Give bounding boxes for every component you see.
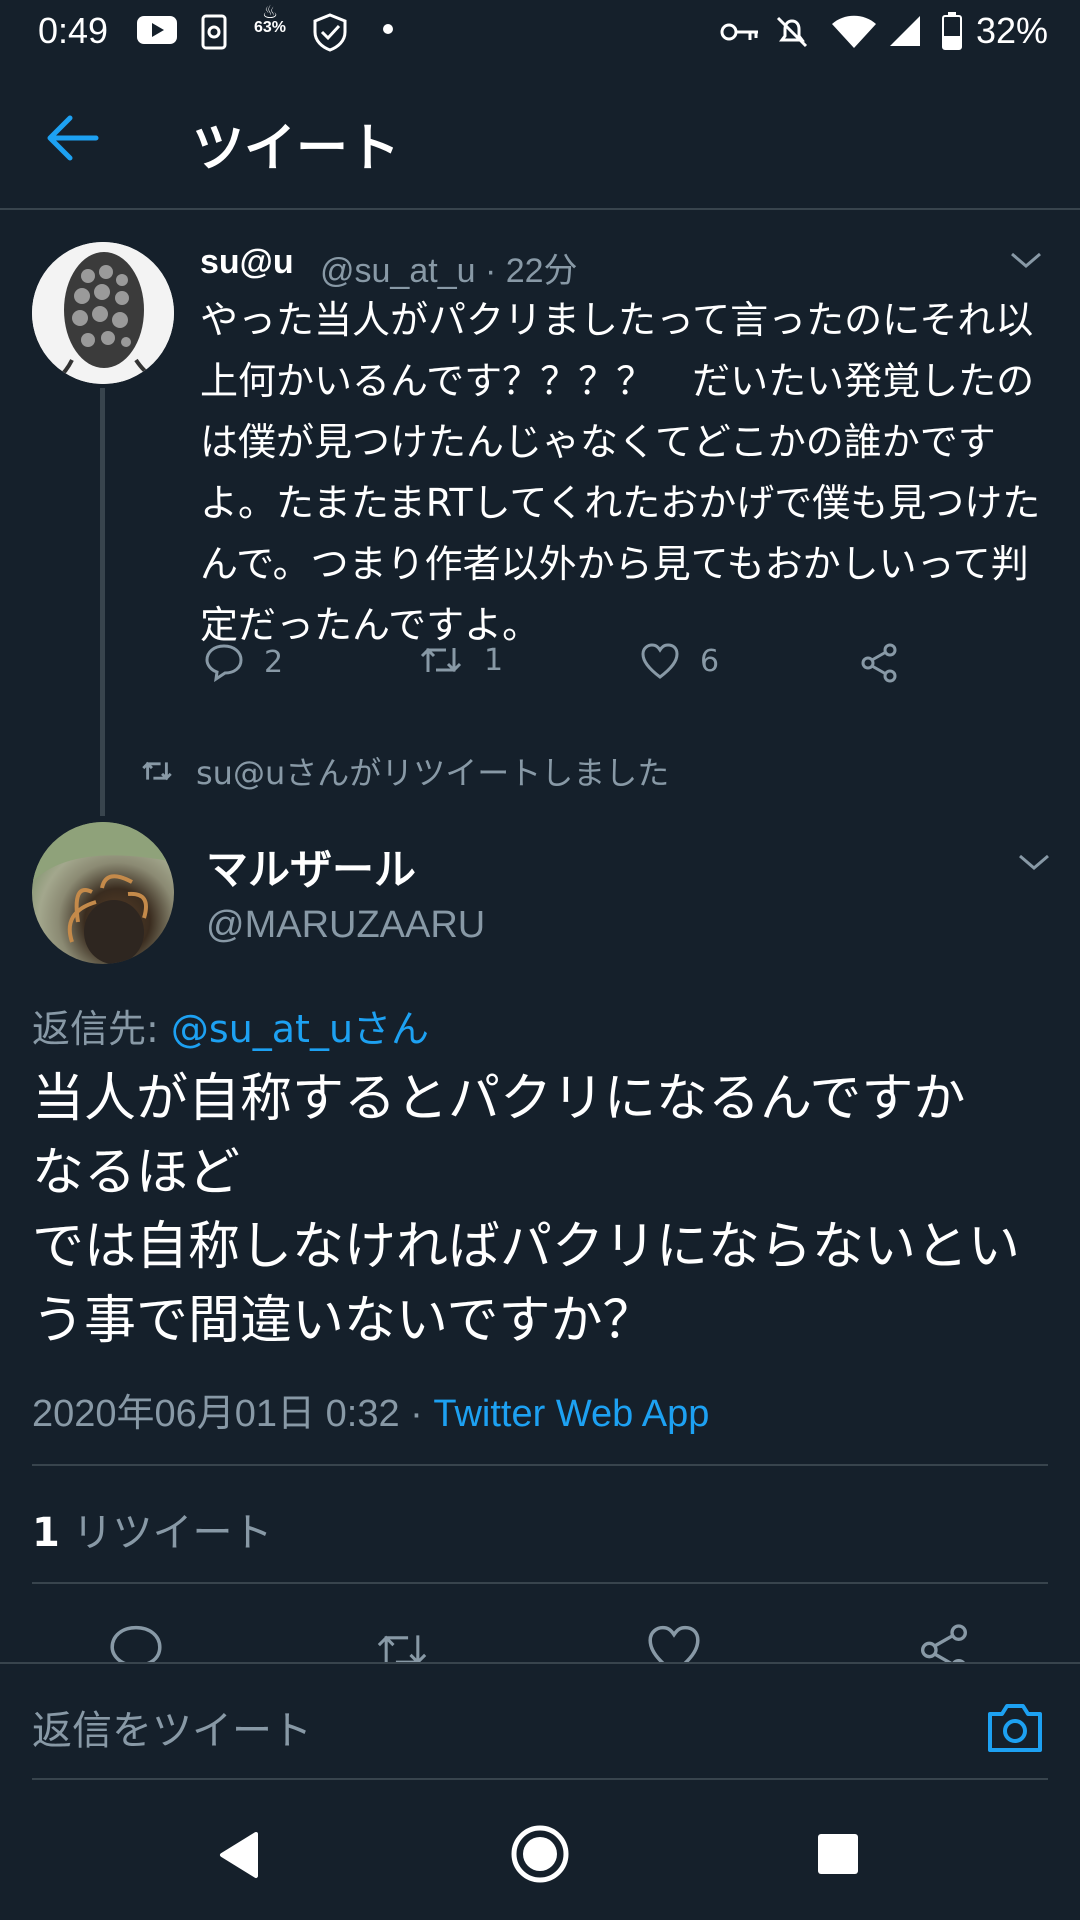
android-nav-bar bbox=[0, 1796, 1080, 1920]
chevron-down-icon[interactable] bbox=[1014, 842, 1054, 882]
retweet-count: 1 bbox=[32, 1510, 60, 1556]
thread-line bbox=[100, 388, 105, 816]
retweet-icon bbox=[420, 647, 462, 673]
parent-tweet-name[interactable]: su@u bbox=[200, 243, 294, 282]
reply-composer: 返信をツイート bbox=[0, 1662, 1080, 1796]
status-time: 0:49 bbox=[38, 10, 109, 51]
reply-input-underline bbox=[32, 1778, 1048, 1780]
badge-percent: 63% bbox=[254, 19, 287, 36]
retweet-count-row[interactable]: 1 リツイート bbox=[32, 1500, 273, 1558]
main-tweet-text: 当人が自称するとパクリになるんですか なるほど では自称しなければパクリにならな… bbox=[32, 1069, 1021, 1351]
page-title: ツイート bbox=[192, 119, 401, 179]
app-header: ツイート bbox=[0, 66, 1080, 210]
parent-tweet-handle-time: @su_at_u · 22分 bbox=[320, 252, 578, 290]
phone-app-icon bbox=[201, 14, 227, 50]
reply-to-label: 返信先: bbox=[32, 1007, 171, 1051]
main-retweet-button[interactable] bbox=[374, 1622, 430, 1666]
reply-input[interactable]: 返信をツイート bbox=[32, 1698, 312, 1756]
retweet-count-label: リツイート bbox=[59, 1510, 273, 1556]
status-bar: 0:49 ♨ 63% 32% bbox=[0, 0, 1080, 66]
shield-check-icon bbox=[313, 13, 347, 52]
mute-bell-icon bbox=[776, 16, 808, 48]
back-arrow-icon[interactable] bbox=[40, 106, 108, 170]
main-tweet-handle[interactable]: @MARUZAARU bbox=[206, 904, 485, 947]
chevron-down-icon[interactable] bbox=[1006, 240, 1046, 280]
divider bbox=[32, 1582, 1048, 1584]
parent-retweet-button[interactable]: 1 bbox=[418, 642, 503, 678]
retweet-notice-text: su@uさんがリツイートしました bbox=[196, 754, 670, 792]
heart-icon bbox=[641, 643, 679, 679]
parent-retweet-count: 1 bbox=[484, 642, 504, 678]
main-tweet-meta: 2020年06月01日 0:32 · Twitter Web App bbox=[32, 1382, 709, 1437]
signal-icon bbox=[890, 16, 920, 46]
divider bbox=[32, 1464, 1048, 1466]
parent-reply-button[interactable]: 2 bbox=[204, 642, 283, 682]
parent-tweet-text: やった当人がパクリましたって言ったのにそれ以上何かいるんです？？？？ だいたい発… bbox=[200, 298, 1041, 647]
main-reply-button[interactable] bbox=[108, 1622, 164, 1666]
heart-icon bbox=[648, 1625, 700, 1666]
avatar-image bbox=[32, 242, 174, 384]
wifi-icon bbox=[832, 15, 876, 48]
camera-icon[interactable] bbox=[986, 1700, 1044, 1754]
parent-reply-count: 2 bbox=[264, 644, 284, 680]
main-tweet-timestamp: 2020年06月01日 0:32 · bbox=[32, 1393, 434, 1435]
reply-icon bbox=[110, 1625, 162, 1666]
battery-percent: 32% bbox=[976, 10, 1049, 51]
vpn-key-icon bbox=[720, 23, 758, 41]
nav-home-icon[interactable] bbox=[508, 1822, 572, 1886]
main-tweet-name[interactable]: マルザール bbox=[206, 836, 416, 897]
parent-like-count: 6 bbox=[700, 643, 720, 679]
nav-recents-icon[interactable] bbox=[816, 1832, 860, 1876]
main-tweet-avatar[interactable] bbox=[32, 822, 174, 964]
main-tweet-source-link[interactable]: Twitter Web App bbox=[433, 1393, 709, 1435]
reply-icon bbox=[205, 644, 243, 682]
fire-badge: ♨ 63% bbox=[254, 4, 287, 36]
notification-dot bbox=[383, 24, 393, 34]
reply-to-handle-link[interactable]: @su_at_uさん bbox=[171, 1007, 429, 1051]
retweet-small-icon bbox=[142, 761, 172, 781]
main-share-button[interactable] bbox=[916, 1622, 972, 1666]
share-icon bbox=[921, 1624, 967, 1666]
parent-tweet-avatar[interactable] bbox=[32, 242, 174, 384]
reply-to-line: 返信先: @su_at_uさん bbox=[32, 998, 429, 1053]
share-icon bbox=[861, 643, 897, 683]
main-like-button[interactable] bbox=[646, 1622, 702, 1666]
youtube-icon bbox=[137, 16, 177, 44]
nav-back-icon[interactable] bbox=[216, 1830, 260, 1880]
retweet-icon bbox=[377, 1635, 427, 1665]
parent-share-button[interactable] bbox=[858, 642, 900, 684]
avatar-image bbox=[32, 822, 174, 964]
battery-icon bbox=[942, 12, 962, 50]
parent-like-button[interactable]: 6 bbox=[640, 642, 719, 680]
retweet-notice: su@uさんがリツイートしました bbox=[140, 748, 669, 794]
